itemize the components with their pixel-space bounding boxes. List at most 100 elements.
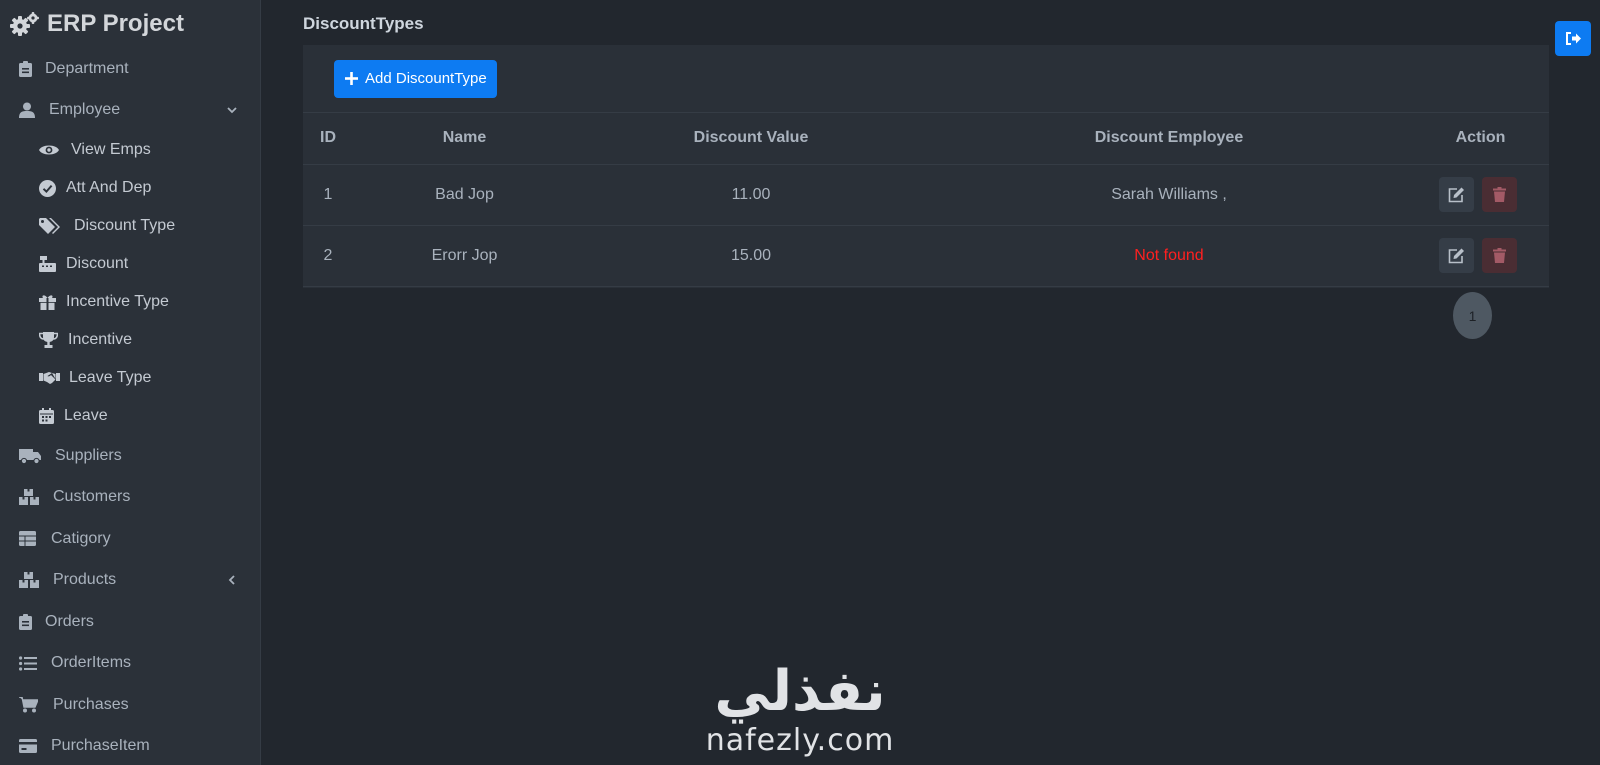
sidebar-item-label: Orders (45, 612, 94, 630)
watermark: نفذلي nafezly.com (700, 660, 900, 765)
cell-id: 2 (303, 225, 353, 287)
sidebar-item-department[interactable]: Department (0, 48, 260, 90)
sidebar-item-label: Purchases (53, 695, 129, 713)
page-title: DiscountTypes (303, 14, 424, 33)
card-header: Add DiscountType (303, 45, 1549, 113)
trophy-icon (39, 331, 63, 349)
sidebar-item-label: PurchaseItem (51, 737, 150, 755)
column-header-discount-employee: Discount Employee (926, 113, 1412, 165)
plus-icon (345, 72, 358, 85)
sidebar-item-label: Leave Type (69, 369, 152, 386)
sidebar-item-employee[interactable]: Employee (0, 90, 260, 132)
truck-icon (19, 447, 49, 465)
edit-icon (1448, 187, 1465, 203)
sidebar-nav: Department Employee View Emps Att And De… (0, 48, 260, 765)
table-row: 1 Bad Jop 11.00 Sarah Williams , (303, 164, 1549, 226)
user-icon (19, 101, 43, 119)
sidebar-item-label: Department (45, 59, 129, 77)
delete-button[interactable] (1482, 177, 1517, 212)
table-header-row: ID Name Discount Value Discount Employee… (303, 113, 1549, 165)
sidebar-item-label: Discount (66, 255, 129, 272)
sidebar-subitem-view-emps[interactable]: View Emps (0, 131, 260, 169)
sidebar-subitem-leave-type[interactable]: Leave Type (0, 359, 260, 397)
clipboard-icon (19, 60, 39, 78)
watermark-latin: nafezly.com (705, 723, 895, 758)
cell-actions (1412, 164, 1549, 226)
column-header-id: ID (303, 113, 353, 165)
cell-name: Erorr Jop (353, 225, 576, 287)
sidebar-item-label: OrderItems (51, 654, 132, 672)
sidebar-item-products[interactable]: Products (0, 560, 260, 602)
sidebar-item-customers[interactable]: Customers (0, 477, 260, 519)
sidebar-subitem-discount[interactable]: Discount (0, 245, 260, 283)
chevron-left-icon[interactable] (226, 574, 238, 586)
cell-discount-value: 11.00 (576, 164, 926, 226)
sidebar-subitem-incentive-type[interactable]: Incentive Type (0, 283, 260, 321)
brand-title: ERP Project (47, 10, 184, 37)
cart-icon (19, 696, 47, 714)
sidebar-item-purchaseitem[interactable]: PurchaseItem (0, 726, 260, 765)
handshake-icon (39, 369, 64, 387)
edit-icon (1448, 248, 1465, 264)
cash-register-icon (39, 255, 61, 273)
add-discount-type-button[interactable]: Add DiscountType (334, 59, 497, 98)
trash-icon (1493, 248, 1506, 263)
cell-discount-value: 15.00 (576, 225, 926, 287)
sidebar-item-label: Incentive (68, 331, 133, 348)
logout-button[interactable] (1555, 21, 1591, 56)
sidebar-subitem-discount-type[interactable]: Discount Type (0, 207, 260, 245)
trash-icon (1493, 187, 1506, 202)
card-icon (19, 737, 45, 755)
edit-button[interactable] (1439, 177, 1474, 212)
sidebar: ERP Project Department Employee View Emp… (0, 0, 261, 765)
discount-types-card: Add DiscountType ID Name Discount Value … (303, 45, 1549, 288)
sidebar-item-label: Att And Dep (66, 179, 152, 196)
chevron-down-icon[interactable] (226, 104, 238, 116)
cell-discount-employee: Sarah Williams , (926, 164, 1412, 226)
column-header-name: Name (353, 113, 576, 165)
column-header-action: Action (1412, 113, 1549, 165)
sidebar-item-purchases[interactable]: Purchases (0, 684, 260, 726)
calendar-icon (39, 407, 59, 425)
sign-out-icon (1565, 32, 1581, 45)
eye-icon (39, 141, 66, 159)
sidebar-item-orders[interactable]: Orders (0, 601, 260, 643)
check-circle-icon (39, 179, 61, 197)
add-discount-type-label: Add DiscountType (365, 70, 487, 87)
cell-id: 1 (303, 164, 353, 226)
sidebar-subitem-leave[interactable]: Leave (0, 397, 260, 435)
table-row: 2 Erorr Jop 15.00 Not found (303, 225, 1549, 287)
tags-icon (39, 217, 69, 235)
sidebar-item-label: Employee (49, 101, 121, 119)
list-icon (19, 654, 45, 672)
brand[interactable]: ERP Project (0, 0, 260, 48)
discount-types-table: ID Name Discount Value Discount Employee… (303, 113, 1549, 287)
column-header-discount-value: Discount Value (576, 113, 926, 165)
sidebar-subitem-incentive[interactable]: Incentive (0, 321, 260, 359)
edit-button[interactable] (1439, 238, 1474, 273)
sidebar-item-label: View Emps (71, 141, 151, 158)
sidebar-item-label: Catigory (51, 529, 111, 547)
cell-actions (1412, 225, 1549, 287)
sidebar-item-label: Discount Type (74, 217, 176, 234)
cogs-icon (9, 11, 41, 37)
sidebar-item-orderitems[interactable]: OrderItems (0, 643, 260, 685)
sidebar-item-label: Incentive Type (66, 293, 169, 310)
pagination-page-1[interactable]: 1 (1453, 292, 1492, 339)
gift-icon (39, 293, 61, 311)
sidebar-item-label: Suppliers (55, 446, 122, 464)
table-icon (19, 530, 45, 548)
boxes-icon (19, 488, 47, 506)
clipboard-icon (19, 613, 39, 631)
cell-discount-employee-not-found: Not found (926, 225, 1412, 287)
watermark-arabic: نفذلي (714, 659, 886, 724)
sidebar-item-label: Leave (64, 407, 108, 424)
sidebar-item-catigory[interactable]: Catigory (0, 518, 260, 560)
cell-name: Bad Jop (353, 164, 576, 226)
boxes-icon (19, 571, 47, 589)
sidebar-item-label: Customers (53, 488, 131, 506)
sidebar-item-suppliers[interactable]: Suppliers (0, 435, 260, 477)
sidebar-item-label: Products (53, 571, 117, 589)
delete-button[interactable] (1482, 238, 1517, 273)
sidebar-subitem-att-and-dep[interactable]: Att And Dep (0, 169, 260, 207)
